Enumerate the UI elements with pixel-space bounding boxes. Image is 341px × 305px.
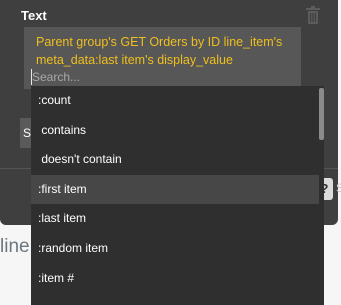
dropdown-item-doesnt-contain[interactable]: doesn't contain: [31, 145, 319, 175]
expression-text[interactable]: Parent group's GET Orders by ID line_ite…: [36, 33, 298, 69]
dropdown-item-first-item[interactable]: :first item: [31, 174, 319, 205]
dropdown-scrollbar-thumb[interactable]: [319, 88, 324, 140]
dynamic-expression-editor[interactable]: Parent group's GET Orders by ID line_ite…: [24, 27, 301, 89]
help-side-letter: S: [336, 181, 341, 195]
dropdown-item-random-item[interactable]: :random item: [31, 234, 319, 264]
operator-dropdown[interactable]: :count contains doesn't contain :first i…: [31, 86, 324, 305]
panel-title: Text: [21, 8, 47, 23]
trash-icon[interactable]: [305, 6, 321, 24]
dropdown-item-last-item[interactable]: :last item: [31, 204, 319, 234]
dropdown-item-item-number[interactable]: :item #: [31, 264, 319, 294]
search-input[interactable]: [32, 68, 172, 86]
text-cursor: [31, 69, 32, 85]
operator-list: :count contains doesn't contain :first i…: [31, 86, 319, 293]
dropdown-item-count[interactable]: :count: [31, 86, 319, 116]
background-heading: line: [0, 236, 30, 257]
dropdown-item-contains[interactable]: contains: [31, 116, 319, 146]
